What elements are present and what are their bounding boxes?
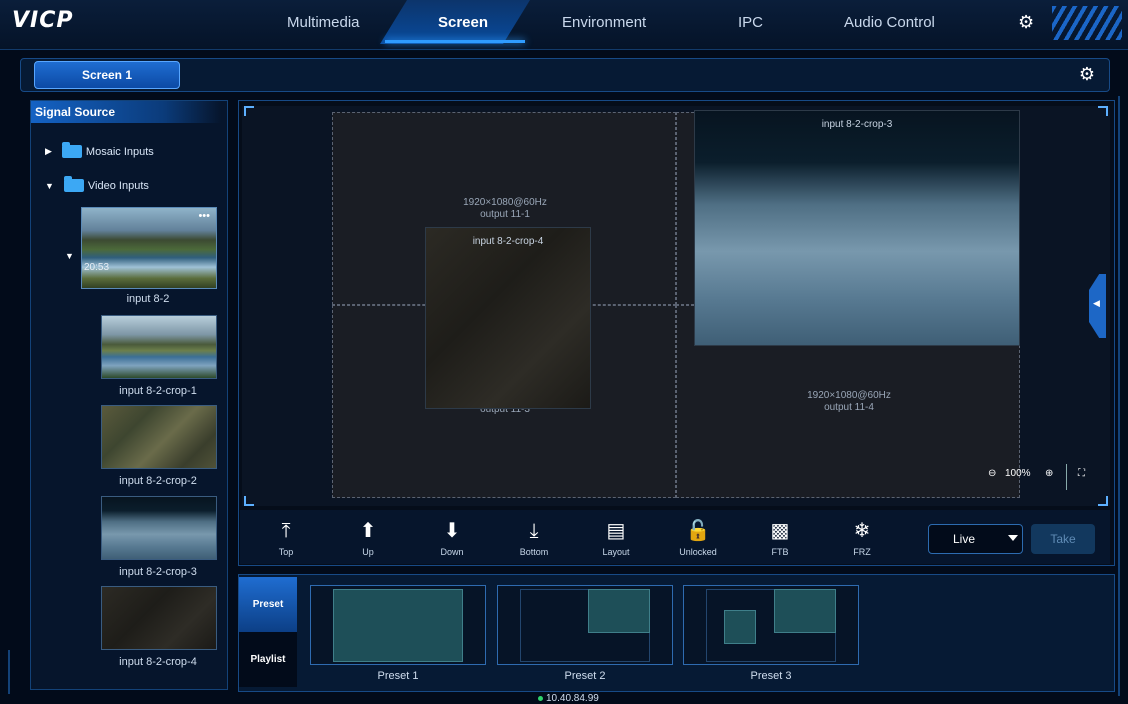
folder-icon [63, 176, 84, 192]
tab-ipc[interactable]: IPC [738, 14, 763, 31]
output-11-4-resolution: 1920×1080@60Hz [807, 390, 891, 401]
up-label: Up [362, 547, 374, 557]
arrow-up-icon: ⬆ [359, 520, 377, 542]
send-to-bottom-icon: ⤓ [529, 520, 539, 542]
freeze-snowflake-icon: ❄ [853, 520, 871, 542]
zoom-out-icon[interactable]: ⊖ [988, 468, 996, 479]
top-button[interactable]: ⤒ Top [256, 520, 316, 557]
screen-settings-gear-icon[interactable]: ⚙ [1079, 64, 1095, 85]
layout-label: Layout [602, 547, 630, 557]
top-navigation-bar: VICP Multimedia Screen Environment IPC A… [0, 0, 1128, 50]
corner-marker [244, 496, 254, 506]
online-status-dot [538, 695, 543, 701]
more-options-icon[interactable]: ••• [198, 210, 210, 222]
up-button[interactable]: ⬆ Up [338, 520, 398, 557]
signal-source-title: Signal Source [31, 101, 221, 123]
video-inputs-label: Video Inputs [87, 179, 149, 192]
zoom-in-icon[interactable]: ⊕ [1045, 468, 1053, 479]
preset-3-window-b [724, 610, 756, 644]
preset-3-card[interactable] [683, 585, 859, 665]
arrow-down-icon: ⬇ [443, 520, 461, 542]
crop-2-thumbnail[interactable] [101, 405, 217, 469]
ip-status: 10.40.84.99 [538, 693, 599, 704]
tab-audio-control[interactable]: Audio Control [844, 14, 935, 31]
caret-down-icon[interactable]: ▼ [65, 251, 74, 261]
screen-tab-bar: Screen 1 ⚙ [20, 58, 1110, 92]
crop-1-thumbnail[interactable] [101, 315, 217, 379]
fade-to-black-icon: ▩ [770, 520, 790, 542]
unlock-icon: 🔓 [685, 520, 711, 542]
tab-playlist[interactable]: Playlist [239, 632, 297, 687]
nav-active-underline [385, 40, 525, 43]
crop-3-label: input 8-2-crop-3 [119, 566, 197, 578]
preset-1-window [333, 589, 463, 662]
tab-screen[interactable]: Screen [438, 14, 488, 31]
preset-1-label: Preset 1 [377, 670, 419, 682]
window-crop-3-label: input 8-2-crop-3 [821, 119, 893, 130]
tree-item-video-inputs[interactable]: ▼ Video Inputs [45, 176, 149, 192]
take-button[interactable]: Take [1031, 524, 1095, 554]
ftb-button[interactable]: ▩ FTB [750, 520, 810, 557]
input-8-2-thumbnail[interactable]: ••• 20:53 [81, 207, 217, 289]
zoom-level: 100% [1005, 468, 1031, 479]
crop-4-label: input 8-2-crop-4 [119, 656, 197, 668]
frame-decoration [8, 650, 10, 694]
down-button[interactable]: ⬇ Down [422, 520, 482, 557]
frz-button[interactable]: ❄ FRZ [832, 520, 892, 557]
output-11-4-name: output 11-4 [824, 402, 874, 413]
corner-marker [244, 106, 254, 116]
window-crop-3[interactable]: input 8-2-crop-3 [694, 110, 1020, 346]
bring-to-top-icon: ⤒ [281, 520, 291, 542]
chevron-down-icon[interactable] [1008, 535, 1018, 541]
zoom-divider [1066, 464, 1067, 490]
fit-screen-icon[interactable]: ⛶ [1078, 468, 1085, 479]
preset-1-card[interactable] [310, 585, 486, 665]
corner-marker [1098, 106, 1108, 116]
unlocked-button[interactable]: 🔓 Unlocked [668, 520, 728, 557]
thumbnail-timestamp: 20:53 [84, 262, 110, 273]
settings-gear-icon[interactable]: ⚙ [1018, 12, 1034, 33]
tab-environment[interactable]: Environment [562, 14, 646, 31]
output-11-1-resolution: 1920×1080@60Hz [463, 197, 547, 208]
unlocked-label: Unlocked [679, 547, 717, 557]
tab-preset[interactable]: Preset [239, 577, 297, 632]
tree-item-mosaic-inputs[interactable]: ▶ Mosaic Inputs [45, 142, 154, 158]
decorative-stripes [1052, 6, 1122, 40]
caret-down-icon[interactable]: ▼ [45, 181, 54, 191]
layout-button[interactable]: ▤ Layout [586, 520, 646, 557]
app-logo: VICP [12, 8, 74, 33]
bottom-button[interactable]: ⤓ Bottom [504, 520, 564, 557]
preset-3-window-a [774, 589, 836, 633]
crop-3-thumbnail[interactable] [101, 496, 217, 560]
crop-2-label: input 8-2-crop-2 [119, 475, 197, 487]
frz-label: FRZ [853, 547, 871, 557]
preset-3-label: Preset 3 [750, 670, 792, 682]
folder-icon [61, 142, 82, 158]
signal-source-panel: Signal Source ▶ Mosaic Inputs ▼ Video In… [30, 100, 228, 690]
corner-marker [1098, 496, 1108, 506]
crop-1-label: input 8-2-crop-1 [119, 385, 197, 397]
window-crop-4-label: input 8-2-crop-4 [472, 236, 544, 247]
preset-2-window [588, 589, 650, 633]
window-crop-4[interactable]: input 8-2-crop-4 [425, 227, 591, 409]
output-11-1-name: output 11-1 [480, 209, 530, 220]
top-label: Top [278, 547, 294, 557]
ip-address: 10.40.84.99 [546, 693, 599, 704]
input-8-2-label: input 8-2 [126, 293, 170, 305]
ftb-label: FTB [771, 547, 789, 557]
preset-2-card[interactable] [497, 585, 673, 665]
mosaic-inputs-label: Mosaic Inputs [85, 145, 154, 158]
crop-4-thumbnail[interactable] [101, 586, 217, 650]
down-label: Down [440, 547, 464, 557]
preset-2-label: Preset 2 [564, 670, 606, 682]
frame-decoration [1118, 96, 1120, 696]
caret-right-icon[interactable]: ▶ [45, 146, 52, 157]
tab-multimedia[interactable]: Multimedia [287, 14, 360, 31]
bottom-label: Bottom [519, 547, 549, 557]
screen-1-tab[interactable]: Screen 1 [34, 61, 180, 89]
layout-icon: ▤ [606, 520, 626, 542]
